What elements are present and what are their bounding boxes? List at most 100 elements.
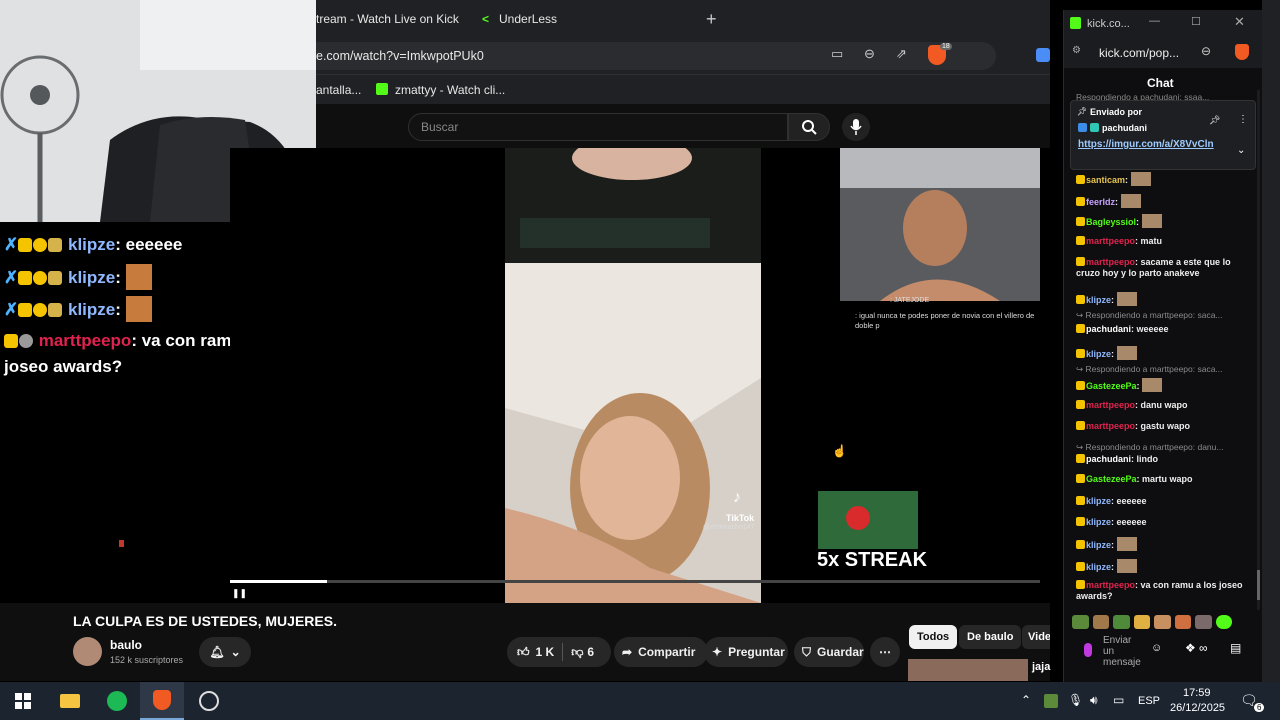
tab-underless[interactable]: < UnderLess [474,4,698,34]
save-button[interactable]: ⛉ Guardar [794,637,864,667]
search-input[interactable]: Buscar [408,113,788,141]
mic-button[interactable] [842,113,870,141]
share-icon[interactable]: ⇗ [896,46,907,62]
filter-chip[interactable]: Todos [909,625,958,649]
chat-username[interactable]: pachudani [1086,454,1131,464]
mic-icon[interactable] [1084,643,1092,657]
notification-bell-button[interactable]: 🔔︎ ⌄ [199,637,251,667]
store-icon[interactable]: ▤ [1230,641,1241,655]
related-thumbnail[interactable] [908,659,1028,681]
start-button[interactable] [10,688,36,714]
progress-bar[interactable] [230,580,1040,583]
clock-time[interactable]: 17:59 [1183,687,1211,699]
more-button[interactable]: ⋯ [870,637,900,667]
emote-icon[interactable] [1195,615,1212,629]
cast-icon[interactable]: ▭ [831,46,843,62]
bell-icon: 🔔︎ [209,645,225,659]
bookmark-item[interactable]: antalla... [316,83,361,97]
crown-badge-icon [1076,540,1085,549]
bookmark-item[interactable]: zmattyy - Watch cli... [395,83,505,97]
minimize-icon[interactable]: — [1149,15,1160,27]
chat-username[interactable]: GastezeePa [1086,381,1137,391]
pinned-link[interactable]: https://imgur.com/a/X8VvCln [1078,138,1233,152]
chat-username[interactable]: marttpeepo [1086,400,1135,410]
scrollbar[interactable] [1257,90,1260,610]
chat-input[interactable]: Enviar un mensaje ☺ ❖ ∞ ▤ [1070,634,1258,670]
pinned-label: Enviado por [1090,107,1143,117]
chevron-down-icon[interactable]: ⌄ [1237,145,1245,156]
chat-username[interactable]: marttpeepo [1086,257,1135,267]
spotify-icon[interactable] [104,688,130,714]
brave-shields-icon[interactable] [1235,44,1249,60]
language-indicator[interactable]: ESP [1138,695,1160,707]
file-explorer-icon[interactable] [57,688,83,714]
tab-kick[interactable]: tream - Watch Live on Kick [316,4,466,34]
new-tab-button[interactable]: + [706,4,717,34]
tiktok-label: TikTok [726,513,755,523]
like-button[interactable]: 👍︎ 1 K 👎︎ 6 [507,637,611,667]
network-icon[interactable]: ▭ [1113,693,1124,707]
kick-url-bar[interactable]: ⚙ kick.com/pop... ⊖ [1064,38,1263,68]
emote-picker-icon[interactable]: ☺ [1151,642,1162,654]
tray-app-icon[interactable] [1044,694,1058,708]
emote-icon[interactable] [1113,615,1130,629]
notification-count: 6 [1254,703,1265,712]
tab-label: UnderLess [499,12,558,26]
chat-username[interactable]: Bagleyssiol [1086,217,1136,227]
chat-username[interactable]: GastezeePa [1086,474,1137,484]
sword-badge-icon: ✗ [4,235,19,254]
close-icon[interactable]: ✕ [1234,14,1245,30]
emote-icon[interactable] [1215,615,1232,629]
share-button[interactable]: ➦ Compartir [614,637,708,667]
emote-icon[interactable] [1174,615,1191,629]
emote-icon[interactable] [1072,615,1089,629]
maximize-icon[interactable]: ☐ [1191,15,1201,28]
clock-date[interactable]: 26/12/2025 [1170,702,1225,714]
extension-icon[interactable] [1036,48,1050,62]
chat-username[interactable]: klipze [1086,562,1111,572]
channel-avatar[interactable] [73,637,102,666]
subscriber-count: 152 k suscriptores [110,655,184,665]
video-player[interactable]: ♪ TikTok @elmorocho147 5x STREAK : JATEJ… [230,148,1050,603]
gift-icon[interactable]: ❖ [1185,641,1196,655]
volume-icon[interactable]: 🔊︎ [1090,693,1098,708]
search-button[interactable] [788,113,830,141]
emote-icon[interactable] [1092,615,1109,629]
site-settings-icon[interactable]: ⚙ [1072,45,1081,56]
chat-username[interactable]: marttpeepo [1086,236,1135,246]
chat-username[interactable]: santicam [1086,175,1125,185]
chat-username[interactable]: klipze [1086,349,1111,359]
dislike-count: 6 [587,645,595,659]
emote-icon[interactable] [1133,615,1150,629]
link-icon[interactable]: ∞ [1199,641,1208,655]
chat-username[interactable]: feerldz [1086,197,1115,207]
more-options-icon[interactable]: ⋮ [1238,114,1248,125]
zoom-icon[interactable]: ⊖ [1201,44,1211,58]
tray-chevron-icon[interactable]: ⌃ [1021,693,1031,707]
related-title[interactable]: jaja [1032,661,1050,673]
filter-chip[interactable]: De baulo [959,625,1022,649]
chat-username[interactable]: marttpeepo [1086,580,1135,590]
chat-username[interactable]: klipze [1086,295,1111,305]
chat-username: marttpeepo [38,331,132,350]
search-icon [802,120,817,135]
chat-username[interactable]: marttpeepo [1086,421,1135,431]
brave-icon[interactable] [140,682,184,720]
zoom-icon[interactable]: ⊖ [864,46,875,62]
emote-icon[interactable] [1154,615,1171,629]
unpin-icon[interactable]: 📌︎ [1209,115,1220,126]
chat-username[interactable]: pachudani [1086,324,1131,334]
bookmark-icon: ⛉ [802,644,812,659]
chat-username[interactable]: klipze [1086,517,1111,527]
ask-button[interactable]: ✦ Preguntar [704,637,788,667]
pause-icon[interactable]: ❚❚ [232,588,247,599]
chat-username[interactable]: klipze [1086,496,1111,506]
chat-username[interactable]: klipze [1086,540,1111,550]
filter-chip[interactable]: Vide [1022,625,1050,649]
obs-icon[interactable] [196,688,222,714]
thumbs-down-icon[interactable]: 👎︎ [571,645,583,660]
channel-name[interactable]: baulo [110,638,142,652]
video-info: LA CULPA ES DE USTEDES, MUJERES. baulo 1… [0,603,1050,681]
address-bar[interactable]: e.com/watch?v=ImkwpotPUk0 ▭ ⊖ ⇗ 18 [316,42,996,70]
mic-tray-icon[interactable]: 🎙︎ [1068,693,1083,707]
